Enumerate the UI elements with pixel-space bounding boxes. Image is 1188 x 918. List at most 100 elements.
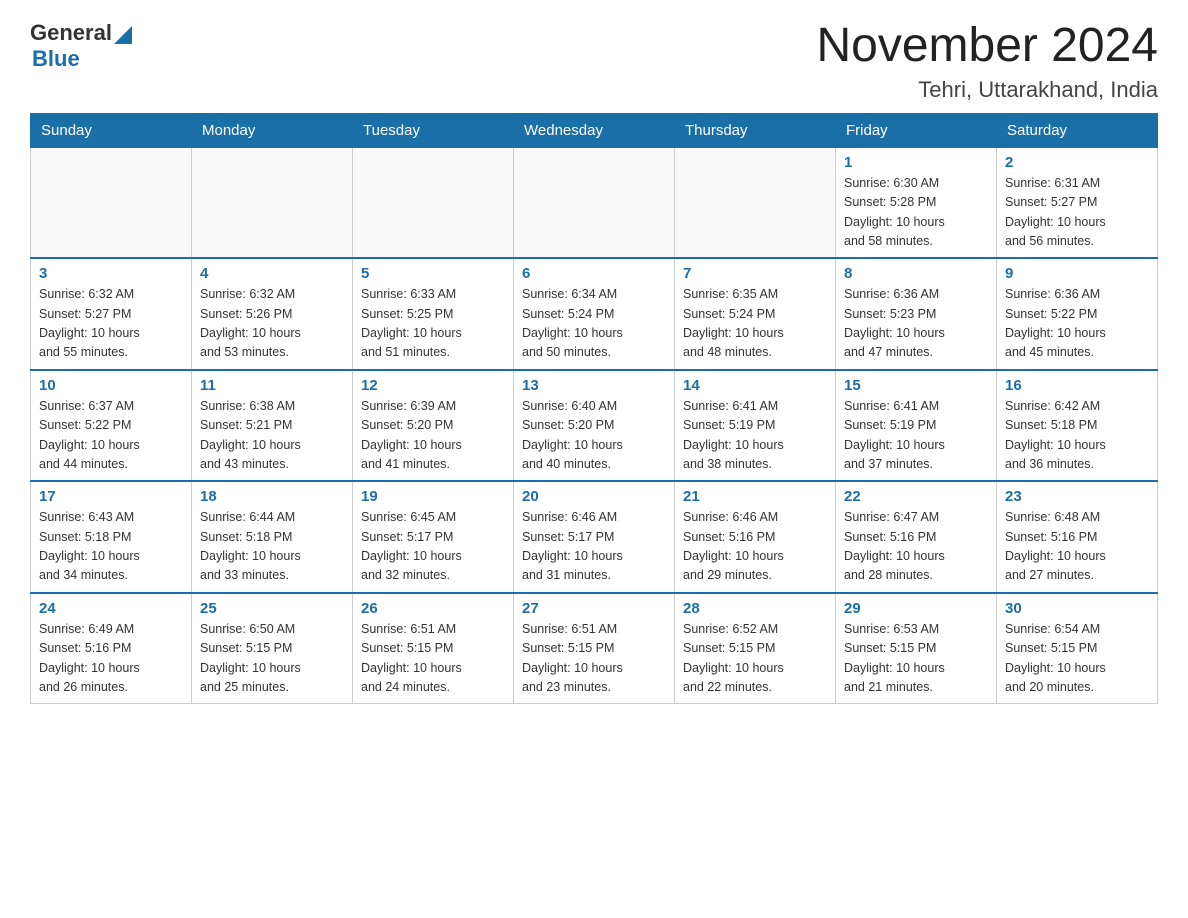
day-info: Sunrise: 6:43 AMSunset: 5:18 PMDaylight:…: [39, 508, 183, 586]
calendar-cell: 18 Sunrise: 6:44 AMSunset: 5:18 PMDayligh…: [192, 481, 353, 593]
day-number: 29: [844, 600, 988, 617]
day-info: Sunrise: 6:50 AMSunset: 5:15 PMDaylight:…: [200, 620, 344, 698]
day-info: Sunrise: 6:32 AMSunset: 5:27 PMDaylight:…: [39, 285, 183, 363]
calendar-week-row: 10 Sunrise: 6:37 AMSunset: 5:22 PMDayligh…: [31, 370, 1158, 482]
calendar-cell: 29 Sunrise: 6:53 AMSunset: 5:15 PMDayligh…: [836, 593, 997, 704]
calendar-cell: 7Sunrise: 6:35 AMSunset: 5:24 PMDaylight…: [675, 258, 836, 370]
calendar-cell: 17 Sunrise: 6:43 AMSunset: 5:18 PMDayligh…: [31, 481, 192, 593]
day-info: Sunrise: 6:42 AMSunset: 5:18 PMDaylight:…: [1005, 397, 1149, 475]
day-info: Sunrise: 6:34 AMSunset: 5:24 PMDaylight:…: [522, 285, 666, 363]
calendar-cell: 24 Sunrise: 6:49 AMSunset: 5:16 PMDayligh…: [31, 593, 192, 704]
calendar-cell: 16 Sunrise: 6:42 AMSunset: 5:18 PMDayligh…: [997, 370, 1158, 482]
day-info: Sunrise: 6:54 AMSunset: 5:15 PMDaylight:…: [1005, 620, 1149, 698]
day-number: 11: [200, 377, 344, 394]
calendar-table: SundayMondayTuesdayWednesdayThursdayFrid…: [30, 113, 1158, 705]
day-number: 10: [39, 377, 183, 394]
day-number: 30: [1005, 600, 1149, 617]
weekday-header-wednesday: Wednesday: [514, 113, 675, 147]
logo-blue-text: Blue: [32, 46, 80, 71]
location-title: Tehri, Uttarakhand, India: [816, 77, 1158, 103]
weekday-header-sunday: Sunday: [31, 113, 192, 147]
day-info: Sunrise: 6:46 AMSunset: 5:17 PMDaylight:…: [522, 508, 666, 586]
calendar-cell: 1 Sunrise: 6:30 AMSunset: 5:28 PMDaylight…: [836, 147, 997, 258]
day-number: 14: [683, 377, 827, 394]
calendar-cell: 3 Sunrise: 6:32 AMSunset: 5:27 PMDaylight…: [31, 258, 192, 370]
day-number: 27: [522, 600, 666, 617]
day-number: 12: [361, 377, 505, 394]
day-number: 19: [361, 488, 505, 505]
day-info: Sunrise: 6:30 AMSunset: 5:28 PMDaylight:…: [844, 174, 988, 252]
calendar-cell: 11 Sunrise: 6:38 AMSunset: 5:21 PMDayligh…: [192, 370, 353, 482]
day-info: Sunrise: 6:46 AMSunset: 5:16 PMDaylight:…: [683, 508, 827, 586]
day-info: Sunrise: 6:39 AMSunset: 5:20 PMDaylight:…: [361, 397, 505, 475]
day-number: 5: [361, 265, 505, 282]
calendar-cell: 13 Sunrise: 6:40 AMSunset: 5:20 PMDayligh…: [514, 370, 675, 482]
logo: General Blue: [30, 20, 132, 72]
weekday-header-friday: Friday: [836, 113, 997, 147]
weekday-header-tuesday: Tuesday: [353, 113, 514, 147]
calendar-cell: [514, 147, 675, 258]
calendar-cell: 22Sunrise: 6:47 AMSunset: 5:16 PMDayligh…: [836, 481, 997, 593]
calendar-cell: 20Sunrise: 6:46 AMSunset: 5:17 PMDayligh…: [514, 481, 675, 593]
day-number: 4: [200, 265, 344, 282]
day-number: 18: [200, 488, 344, 505]
calendar-cell: 5 Sunrise: 6:33 AMSunset: 5:25 PMDaylight…: [353, 258, 514, 370]
day-info: Sunrise: 6:48 AMSunset: 5:16 PMDaylight:…: [1005, 508, 1149, 586]
day-info: Sunrise: 6:51 AMSunset: 5:15 PMDaylight:…: [522, 620, 666, 698]
day-info: Sunrise: 6:49 AMSunset: 5:16 PMDaylight:…: [39, 620, 183, 698]
logo-general-text: General: [30, 20, 112, 46]
day-info: Sunrise: 6:35 AMSunset: 5:24 PMDaylight:…: [683, 285, 827, 363]
day-number: 9: [1005, 265, 1149, 282]
day-info: Sunrise: 6:41 AMSunset: 5:19 PMDaylight:…: [683, 397, 827, 475]
calendar-cell: 9 Sunrise: 6:36 AMSunset: 5:22 PMDaylight…: [997, 258, 1158, 370]
day-number: 25: [200, 600, 344, 617]
day-number: 15: [844, 377, 988, 394]
day-number: 21: [683, 488, 827, 505]
calendar-week-row: 24 Sunrise: 6:49 AMSunset: 5:16 PMDayligh…: [31, 593, 1158, 704]
day-info: Sunrise: 6:45 AMSunset: 5:17 PMDaylight:…: [361, 508, 505, 586]
day-info: Sunrise: 6:32 AMSunset: 5:26 PMDaylight:…: [200, 285, 344, 363]
calendar-cell: 27 Sunrise: 6:51 AMSunset: 5:15 PMDayligh…: [514, 593, 675, 704]
day-info: Sunrise: 6:31 AMSunset: 5:27 PMDaylight:…: [1005, 174, 1149, 252]
day-number: 17: [39, 488, 183, 505]
day-number: 16: [1005, 377, 1149, 394]
weekday-header-saturday: Saturday: [997, 113, 1158, 147]
day-number: 8: [844, 265, 988, 282]
calendar-week-row: 3 Sunrise: 6:32 AMSunset: 5:27 PMDaylight…: [31, 258, 1158, 370]
calendar-cell: 30 Sunrise: 6:54 AMSunset: 5:15 PMDayligh…: [997, 593, 1158, 704]
calendar-cell: [31, 147, 192, 258]
calendar-cell: 10 Sunrise: 6:37 AMSunset: 5:22 PMDayligh…: [31, 370, 192, 482]
logo-triangle-icon: [114, 26, 132, 44]
calendar-cell: 6Sunrise: 6:34 AMSunset: 5:24 PMDaylight…: [514, 258, 675, 370]
calendar-cell: 26Sunrise: 6:51 AMSunset: 5:15 PMDayligh…: [353, 593, 514, 704]
calendar-cell: 14 Sunrise: 6:41 AMSunset: 5:19 PMDayligh…: [675, 370, 836, 482]
page-header: General Blue November 2024 Tehri, Uttara…: [30, 20, 1158, 103]
day-info: Sunrise: 6:40 AMSunset: 5:20 PMDaylight:…: [522, 397, 666, 475]
day-number: 23: [1005, 488, 1149, 505]
day-info: Sunrise: 6:37 AMSunset: 5:22 PMDaylight:…: [39, 397, 183, 475]
day-info: Sunrise: 6:52 AMSunset: 5:15 PMDaylight:…: [683, 620, 827, 698]
calendar-cell: 15Sunrise: 6:41 AMSunset: 5:19 PMDayligh…: [836, 370, 997, 482]
calendar-cell: 25 Sunrise: 6:50 AMSunset: 5:15 PMDayligh…: [192, 593, 353, 704]
calendar-cell: 23 Sunrise: 6:48 AMSunset: 5:16 PMDayligh…: [997, 481, 1158, 593]
day-number: 24: [39, 600, 183, 617]
day-info: Sunrise: 6:44 AMSunset: 5:18 PMDaylight:…: [200, 508, 344, 586]
day-number: 2: [1005, 154, 1149, 171]
calendar-cell: 28 Sunrise: 6:52 AMSunset: 5:15 PMDayligh…: [675, 593, 836, 704]
day-info: Sunrise: 6:36 AMSunset: 5:23 PMDaylight:…: [844, 285, 988, 363]
day-number: 28: [683, 600, 827, 617]
calendar-cell: [192, 147, 353, 258]
day-info: Sunrise: 6:53 AMSunset: 5:15 PMDaylight:…: [844, 620, 988, 698]
calendar-cell: 21 Sunrise: 6:46 AMSunset: 5:16 PMDayligh…: [675, 481, 836, 593]
month-title: November 2024: [816, 20, 1158, 73]
day-number: 13: [522, 377, 666, 394]
day-number: 1: [844, 154, 988, 171]
calendar-cell: 12 Sunrise: 6:39 AMSunset: 5:20 PMDayligh…: [353, 370, 514, 482]
calendar-cell: 4 Sunrise: 6:32 AMSunset: 5:26 PMDaylight…: [192, 258, 353, 370]
day-number: 3: [39, 265, 183, 282]
day-info: Sunrise: 6:38 AMSunset: 5:21 PMDaylight:…: [200, 397, 344, 475]
calendar-cell: 19 Sunrise: 6:45 AMSunset: 5:17 PMDayligh…: [353, 481, 514, 593]
weekday-header-thursday: Thursday: [675, 113, 836, 147]
day-info: Sunrise: 6:36 AMSunset: 5:22 PMDaylight:…: [1005, 285, 1149, 363]
day-info: Sunrise: 6:33 AMSunset: 5:25 PMDaylight:…: [361, 285, 505, 363]
